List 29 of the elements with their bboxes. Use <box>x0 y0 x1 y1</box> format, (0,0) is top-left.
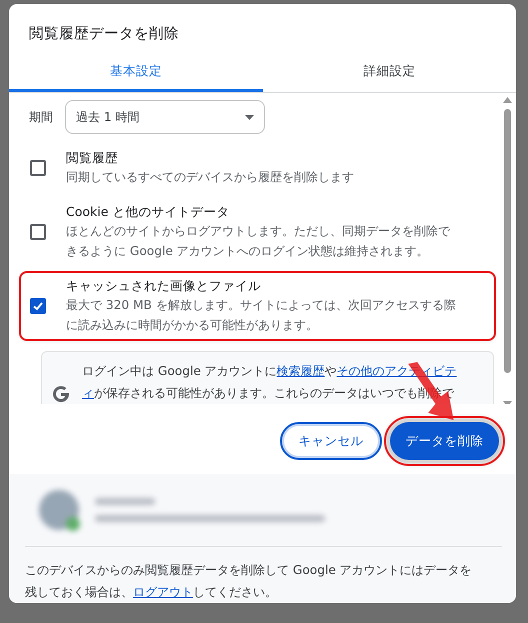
footer-text: このデバイスからのみ閲覧履歴データを削除して Google アカウントにはデータを <box>25 562 473 579</box>
logout-link[interactable]: ログアウト <box>133 585 193 599</box>
option-title: 閲覧履歴 <box>66 149 119 168</box>
option-title: キャッシュされた画像とファイル <box>66 277 262 296</box>
option-title: Cookie と他のサイトデータ <box>66 203 230 222</box>
scrollbar-thumb[interactable] <box>504 109 511 374</box>
checkbox[interactable] <box>30 224 46 240</box>
option-description: ほとんどのサイトからログアウトします。ただし、同期データを削除で <box>66 223 450 240</box>
period-label: 期間 <box>29 108 53 126</box>
dialog-title: 閲覧履歴データを削除 <box>28 25 180 44</box>
tab[interactable]: 基本設定 <box>9 51 262 92</box>
cancel-button[interactable]: キャンセル <box>280 422 382 460</box>
caret-icon <box>245 114 254 120</box>
scroll-up-icon[interactable] <box>503 97 512 104</box>
check-icon <box>32 300 44 312</box>
google-g-icon <box>52 384 70 404</box>
checkbox[interactable] <box>30 298 46 314</box>
link[interactable]: 検索履歴 <box>276 364 325 378</box>
checkbox[interactable] <box>30 160 46 176</box>
option-description: に読み込みに時間がかかる可能性があります。 <box>66 317 319 334</box>
footer-text: 残しておく場合は、ログアウト してください。 <box>25 584 278 601</box>
avatar-icon <box>37 488 81 532</box>
option-description: 最大で 320 MB を解放します。サイトによっては、次回アクセスする際 <box>66 297 456 314</box>
period-dropdown[interactable]: 過去 1 時間 <box>65 100 265 134</box>
option-description: きるように Google アカウントへのログイン状態は維持されます。 <box>66 243 430 260</box>
option-description: 同期しているすべてのデバイスから履歴を削除します <box>66 169 354 186</box>
link[interactable]: ィ <box>82 386 94 400</box>
delete-button[interactable]: データを削除 <box>390 422 499 460</box>
tab[interactable]: 詳細設定 <box>262 51 516 92</box>
